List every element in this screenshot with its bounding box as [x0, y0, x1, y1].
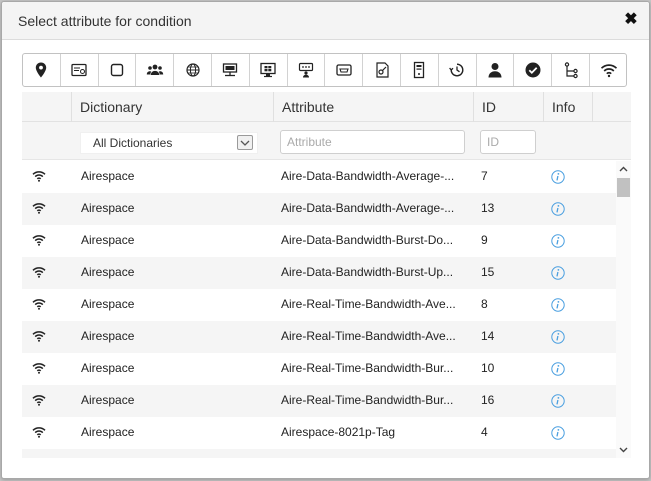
row-id: 13	[481, 201, 495, 215]
info-icon[interactable]	[551, 234, 565, 248]
row-dictionary: Airespace	[81, 393, 135, 407]
table-row[interactable]: Airespace Aire-Real-Time-Bandwidth-Ave..…	[22, 289, 616, 321]
row-dictionary: Airespace	[81, 329, 135, 343]
wifi-icon	[32, 331, 46, 342]
table-row[interactable]	[22, 449, 616, 458]
table-row[interactable]: Airespace Aire-Data-Bandwidth-Average-..…	[22, 161, 616, 193]
column-header-attribute[interactable]: Attribute	[273, 92, 473, 122]
wifi-icon[interactable]	[590, 54, 628, 86]
server-icon[interactable]	[401, 54, 439, 86]
certificate-icon[interactable]	[363, 54, 401, 86]
attribute-list: Airespace Aire-Data-Bandwidth-Average-..…	[22, 161, 616, 458]
windows-monitor-icon[interactable]	[250, 54, 288, 86]
row-id: 9	[481, 233, 488, 247]
user-group-icon[interactable]	[136, 54, 175, 86]
vertical-scrollbar[interactable]	[616, 161, 631, 458]
row-dictionary: Airespace	[81, 233, 135, 247]
attribute-filter-input[interactable]	[280, 130, 465, 154]
row-id: 8	[481, 297, 488, 311]
close-icon[interactable]: ✖	[623, 11, 639, 29]
table-row[interactable]: Airespace Aire-Real-Time-Bandwidth-Ave..…	[22, 321, 616, 353]
row-attribute: Aire-Real-Time-Bandwidth-Bur...	[281, 361, 454, 375]
scroll-down-icon[interactable]	[616, 442, 631, 458]
row-attribute: Airespace-8021p-Tag	[281, 425, 396, 439]
info-icon[interactable]	[551, 330, 565, 344]
info-icon[interactable]	[551, 298, 565, 312]
id-filter-input[interactable]	[480, 130, 536, 154]
scroll-up-icon[interactable]	[616, 161, 631, 177]
info-icon[interactable]	[551, 170, 565, 184]
row-attribute: Aire-Data-Bandwidth-Average-...	[281, 169, 455, 183]
router-icon[interactable]	[325, 54, 364, 86]
clock-icon[interactable]	[439, 54, 477, 86]
row-id: 7	[481, 169, 488, 183]
row-id: 14	[481, 329, 495, 343]
row-attribute: Aire-Real-Time-Bandwidth-Bur...	[281, 393, 454, 407]
column-header-dictionary[interactable]: Dictionary	[71, 92, 273, 122]
row-id: 16	[481, 393, 495, 407]
wifi-icon	[32, 203, 46, 214]
column-header-info: Info	[543, 92, 593, 122]
wifi-icon	[32, 395, 46, 406]
checkbox-icon[interactable]	[99, 54, 137, 86]
row-dictionary: Airespace	[81, 169, 135, 183]
info-icon[interactable]	[551, 426, 565, 440]
row-attribute: Aire-Data-Bandwidth-Burst-Up...	[281, 265, 454, 279]
guest-badge-icon[interactable]	[288, 54, 326, 86]
dialog-title: Select attribute for condition	[18, 13, 192, 29]
table-row[interactable]: Airespace Aire-Real-Time-Bandwidth-Bur..…	[22, 385, 616, 417]
id-card-icon[interactable]	[61, 54, 99, 86]
row-dictionary: Airespace	[81, 201, 135, 215]
row-id: 15	[481, 265, 495, 279]
dictionary-filter-select[interactable]: All Dictionaries	[80, 132, 258, 154]
dictionary-category-toolbar	[22, 53, 627, 87]
column-header-id[interactable]: ID	[473, 92, 543, 122]
grid-header: Dictionary Attribute ID Info	[22, 92, 631, 122]
wifi-icon	[32, 235, 46, 246]
dialog-header: Select attribute for condition ✖	[2, 2, 649, 40]
network-tree-icon[interactable]	[552, 54, 590, 86]
dictionary-filter-value: All Dictionaries	[93, 136, 173, 150]
globe-icon[interactable]	[174, 54, 212, 86]
wifi-icon	[32, 363, 46, 374]
wifi-icon	[32, 427, 46, 438]
row-attribute: Aire-Real-Time-Bandwidth-Ave...	[281, 297, 456, 311]
table-row[interactable]: Airespace Aire-Real-Time-Bandwidth-Bur..…	[22, 353, 616, 385]
info-icon[interactable]	[551, 202, 565, 216]
info-icon[interactable]	[551, 266, 565, 280]
table-row[interactable]: Airespace Aire-Data-Bandwidth-Burst-Up..…	[22, 257, 616, 289]
table-row[interactable]: Airespace Aire-Data-Bandwidth-Burst-Do..…	[22, 225, 616, 257]
wifi-icon	[32, 267, 46, 278]
table-row[interactable]: Airespace Airespace-8021p-Tag 4	[22, 417, 616, 449]
row-dictionary: Airespace	[81, 265, 135, 279]
info-icon[interactable]	[551, 394, 565, 408]
table-row[interactable]: Airespace Aire-Data-Bandwidth-Average-..…	[22, 193, 616, 225]
row-id: 4	[481, 425, 488, 439]
chevron-down-icon[interactable]	[237, 135, 253, 150]
network-device-icon[interactable]	[212, 54, 250, 86]
location-pin-icon[interactable]	[23, 54, 61, 86]
user-icon[interactable]	[477, 54, 515, 86]
wifi-icon	[32, 171, 46, 182]
scrollbar-thumb[interactable]	[617, 178, 630, 197]
info-icon[interactable]	[551, 362, 565, 376]
row-attribute: Aire-Data-Bandwidth-Burst-Do...	[281, 233, 454, 247]
row-attribute: Aire-Real-Time-Bandwidth-Ave...	[281, 329, 456, 343]
filter-row: All Dictionaries	[22, 122, 631, 160]
row-attribute: Aire-Data-Bandwidth-Average-...	[281, 201, 455, 215]
row-dictionary: Airespace	[81, 297, 135, 311]
row-id: 10	[481, 361, 495, 375]
row-dictionary: Airespace	[81, 361, 135, 375]
check-circle-icon[interactable]	[514, 54, 553, 86]
wifi-icon	[32, 299, 46, 310]
row-dictionary: Airespace	[81, 425, 135, 439]
